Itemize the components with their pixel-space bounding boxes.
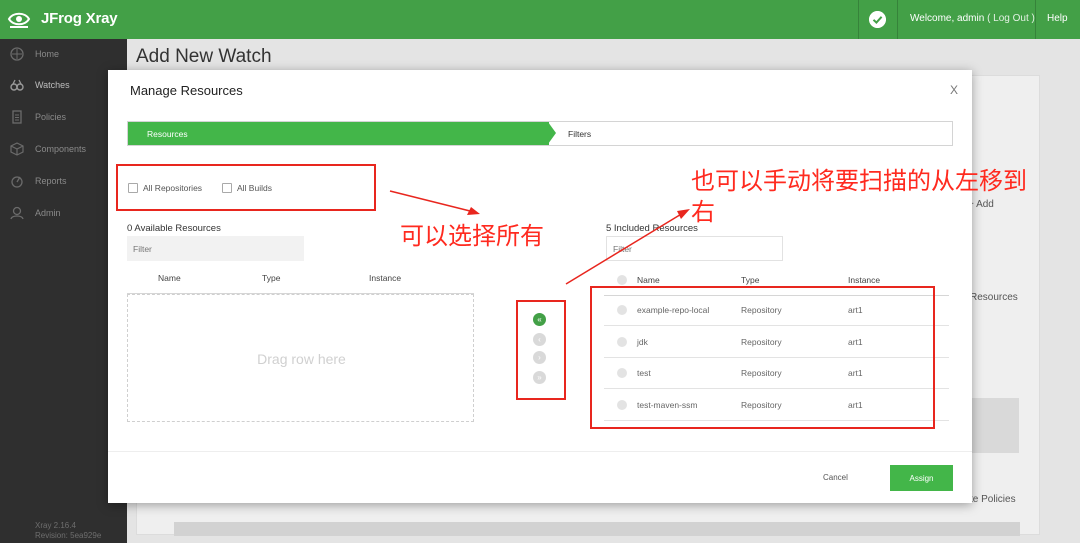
column-header-name[interactable]: Name [158,273,181,283]
step-filters[interactable]: Filters [568,129,591,139]
resources-label: Resources [970,292,1018,303]
document-icon [12,110,22,124]
top-bar: JFrog Xray Welcome, admin ( Log Out ) He… [0,0,1080,39]
step-arrow-icon [548,122,556,144]
sidebar-item-label: Home [35,49,60,59]
drop-zone-text: Drag row here [257,351,346,367]
assign-button[interactable]: Assign [890,465,953,491]
page-title: Add New Watch [136,46,272,67]
modal-title: Manage Resources [130,83,243,98]
step-resources[interactable]: Resources [128,122,549,145]
version-info: Xray 2.16.4 Revision: 5ea929e [35,521,101,541]
home-icon [10,47,24,61]
binoculars-icon [10,79,24,91]
included-filter-input[interactable] [606,236,783,261]
sidebar-item-label: Reports [35,176,67,186]
drop-zone[interactable]: Drag row here [127,294,474,422]
status-check-icon[interactable] [869,11,886,28]
sidebar-item-label: Components [35,144,87,154]
column-header-type[interactable]: Type [262,273,280,283]
available-filter-input[interactable] [127,236,304,261]
divider [858,0,859,39]
select-all-radio[interactable] [617,275,627,285]
annotation-select-all: 可以选择所有 [400,222,544,250]
policies-label: te Policies [970,494,1016,505]
included-resources-title: 5 Included Resources [606,223,698,234]
annotation-move-line1: 也可以手动将要扫描的从左移到 [691,167,1027,195]
sidebar-item-label: Admin [35,208,61,218]
cube-icon [10,142,24,156]
column-header-instance[interactable]: Instance [848,275,880,285]
column-header-name[interactable]: Name [637,275,660,285]
help-link[interactable]: Help [1047,13,1068,24]
app-title: JFrog Xray [41,10,118,27]
welcome-user: Welcome, admin [910,13,985,24]
background-panel [972,398,1019,453]
welcome-text: Welcome, admin ( Log Out ) [910,13,1035,24]
version-revision: Revision: 5ea929e [35,531,102,540]
sidebar-item-home[interactable]: Home [0,39,127,71]
eye-logo-icon [7,12,31,28]
background-scroll [174,522,1020,536]
logout-link[interactable]: ( Log Out ) [987,13,1035,24]
divider [108,451,972,452]
sidebar-item-label: Policies [35,112,67,122]
admin-icon [10,206,24,220]
column-header-type[interactable]: Type [741,275,759,285]
annotation-box-move-buttons [516,300,566,400]
divider [1035,0,1036,39]
cancel-button[interactable]: Cancel [823,473,848,482]
annotation-box-checkboxes [116,164,376,211]
column-header-instance[interactable]: Instance [369,273,401,283]
divider [897,0,898,39]
available-resources-title: 0 Available Resources [127,223,221,234]
reports-icon [11,176,23,188]
annotation-move-line2: 右 [691,198,715,226]
annotation-box-included-rows [590,286,935,429]
sidebar-item-label: Watches [35,80,70,90]
wizard-steps: Resources Filters [127,121,953,146]
close-button[interactable]: X [950,83,958,97]
version-number: Xray 2.16.4 [35,521,76,530]
